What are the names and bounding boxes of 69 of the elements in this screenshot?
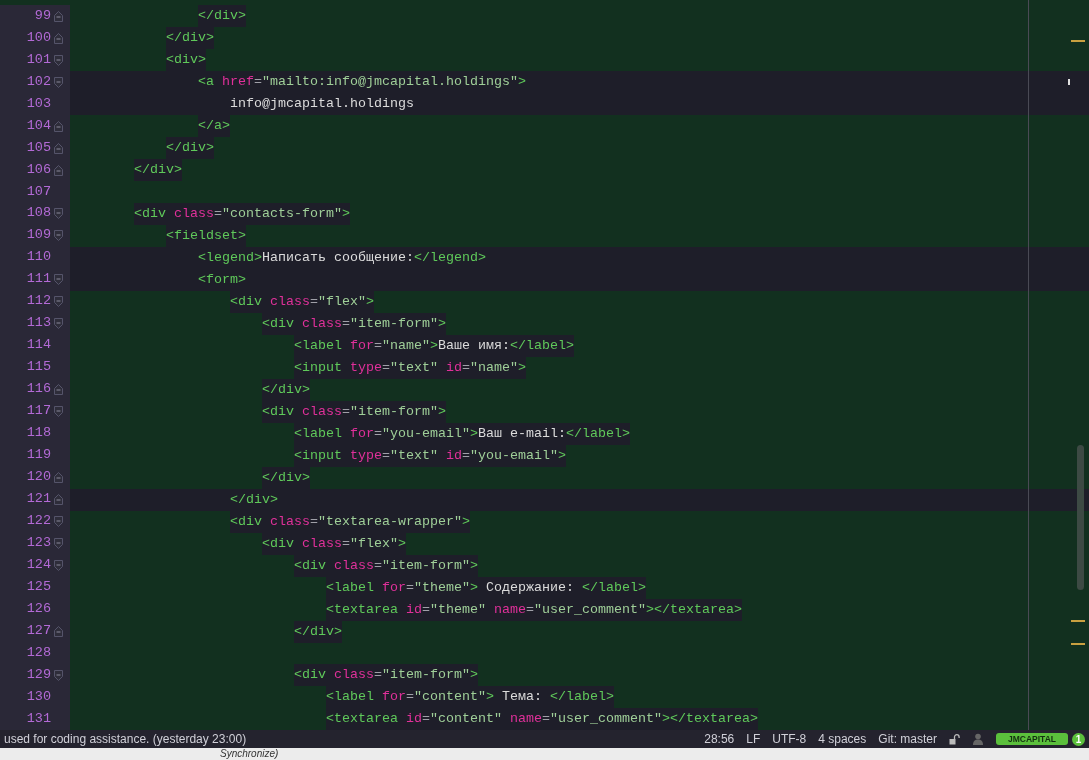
fold-marker-icon[interactable]: [54, 54, 63, 66]
line-number: 130: [25, 687, 52, 706]
line-number: 103: [25, 94, 52, 113]
line-number: 123: [25, 534, 52, 553]
line-number: 115: [25, 358, 52, 377]
line-number: 125: [25, 578, 52, 597]
fold-marker-icon[interactable]: [54, 384, 63, 395]
line-number: 129: [25, 665, 52, 684]
line-number: 110: [25, 248, 52, 267]
person-icon[interactable]: [972, 733, 984, 745]
fold-marker-icon[interactable]: [54, 560, 63, 571]
line-number: 114: [25, 336, 52, 355]
fold-marker-icon[interactable]: [54, 32, 63, 44]
line-number: 111: [25, 270, 52, 289]
line-number: 108: [25, 204, 52, 223]
line-number: 113: [25, 314, 52, 333]
line-number: 118: [25, 424, 52, 443]
lock-icon[interactable]: [949, 733, 960, 745]
line-number: 127: [25, 622, 52, 641]
line-number: 116: [25, 380, 52, 399]
line-number: 99: [33, 6, 52, 25]
fold-marker-icon[interactable]: [54, 120, 63, 132]
fold-marker-icon[interactable]: [54, 230, 63, 241]
scrollbar-thumb[interactable]: [1077, 445, 1084, 590]
line-number: 131: [25, 709, 52, 728]
change-marker: [1071, 643, 1085, 645]
line-ending[interactable]: LF: [746, 730, 761, 748]
fold-marker-icon[interactable]: [54, 296, 63, 307]
cursor-position[interactable]: 28:56: [704, 730, 735, 748]
caret-marker: [1068, 79, 1070, 85]
line-number: 120: [25, 468, 52, 487]
fold-marker-icon[interactable]: [54, 164, 63, 176]
line-number: 106: [25, 160, 52, 179]
line-number: 105: [25, 138, 52, 157]
fold-marker-icon[interactable]: [54, 538, 63, 549]
fold-marker-icon[interactable]: [54, 516, 63, 527]
line-number: 104: [25, 116, 52, 135]
tooltip-text: Synchronize): [220, 748, 279, 760]
line-number: 100: [25, 28, 52, 47]
status-message: used for coding assistance. (yesterday 23:00): [4, 731, 248, 748]
line-number: 124: [25, 556, 52, 575]
fold-marker-icon[interactable]: [54, 274, 63, 285]
line-number: 117: [25, 402, 52, 421]
line-number: 109: [25, 226, 52, 245]
line-number: 107: [25, 182, 52, 201]
fold-marker-icon[interactable]: [54, 208, 63, 219]
fold-marker-icon[interactable]: [54, 10, 63, 22]
change-marker: [1071, 40, 1085, 42]
project-badge[interactable]: JMCAPITAL: [996, 733, 1068, 745]
fold-marker-icon[interactable]: [54, 318, 63, 329]
fold-marker-icon[interactable]: [54, 142, 63, 154]
indent-setting[interactable]: 4 spaces: [818, 730, 867, 748]
fold-marker-icon[interactable]: [54, 669, 63, 681]
change-marker: [1071, 620, 1085, 622]
fold-marker-icon[interactable]: [54, 406, 63, 417]
line-number: 121: [25, 490, 52, 509]
line-number: 112: [25, 292, 52, 311]
file-encoding[interactable]: UTF-8: [772, 730, 807, 748]
fold-marker-icon[interactable]: [54, 494, 63, 505]
line-number: 126: [25, 600, 52, 619]
line-number: 119: [25, 446, 52, 465]
fold-marker-icon[interactable]: [54, 76, 63, 88]
line-number: 122: [25, 512, 52, 531]
line-number: 128: [25, 644, 52, 663]
git-branch[interactable]: Git: master: [878, 730, 937, 748]
line-number: 101: [25, 50, 52, 69]
fold-marker-icon[interactable]: [54, 626, 63, 637]
fold-marker-icon[interactable]: [54, 472, 63, 483]
line-number: 102: [25, 72, 52, 91]
